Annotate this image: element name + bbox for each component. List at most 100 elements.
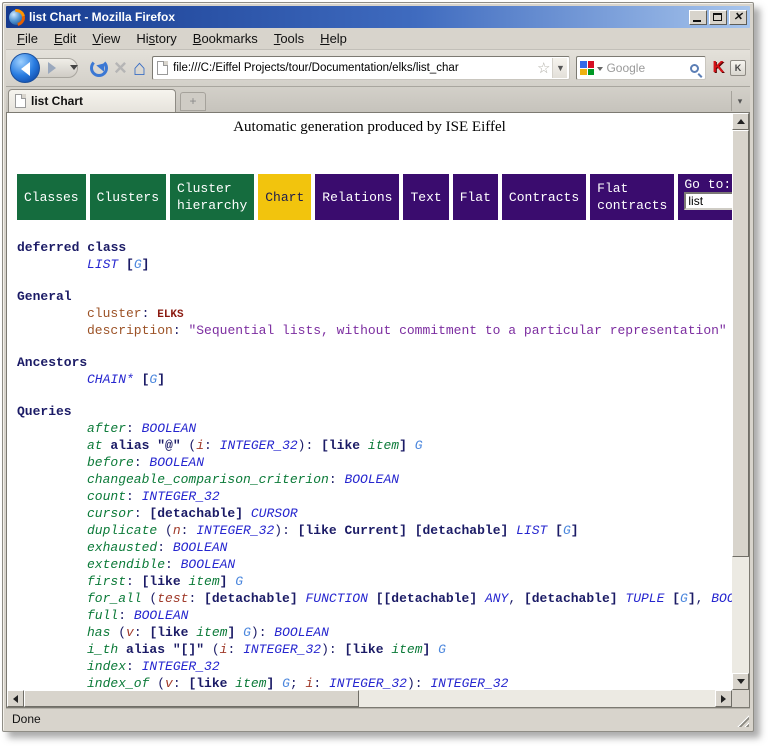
- code-token: G: [430, 642, 446, 657]
- code-token: :: [329, 472, 345, 487]
- list-all-tabs-button[interactable]: ▾: [731, 91, 748, 111]
- code-token: INTEGER_32: [430, 676, 508, 690]
- menu-view[interactable]: View: [85, 29, 127, 48]
- back-forward-group: [10, 52, 84, 84]
- resize-grip-icon[interactable]: [736, 714, 749, 727]
- code-token: i_th: [87, 642, 118, 657]
- code-token: ELKS: [157, 309, 183, 321]
- nav-button-chart[interactable]: Chart: [258, 174, 311, 220]
- maximize-button[interactable]: [709, 10, 727, 25]
- scroll-right-button[interactable]: [715, 690, 732, 707]
- code-token: extendible: [87, 557, 165, 572]
- nav-button-relations[interactable]: Relations: [315, 174, 399, 220]
- reload-button[interactable]: [90, 59, 108, 77]
- new-tab-button[interactable]: +: [180, 92, 206, 111]
- menu-edit[interactable]: Edit: [47, 29, 83, 48]
- search-input[interactable]: Google: [606, 61, 690, 75]
- page-icon: [157, 61, 168, 75]
- scroll-left-button[interactable]: [7, 690, 24, 707]
- scroll-up-icon: [737, 115, 745, 124]
- code-token: :: [134, 506, 150, 521]
- horizontal-scroll-thumb[interactable]: [24, 690, 359, 707]
- url-text[interactable]: file:///C:/Eiffel Projects/tour/Document…: [173, 62, 535, 74]
- nav-button-flat-contracts[interactable]: Flatcontracts: [590, 174, 674, 220]
- code-token: [: [134, 372, 150, 387]
- code-token: index_of: [87, 676, 149, 690]
- code-token: first: [87, 574, 126, 589]
- code-line: duplicate (n: INTEGER_32): [like Current…: [17, 522, 732, 539]
- code-token: INTEGER_32: [142, 489, 220, 504]
- code-line: deferred class: [17, 239, 732, 256]
- code-token: item: [188, 574, 219, 589]
- code-token: CHAIN*: [87, 372, 134, 387]
- code-token: before: [87, 455, 134, 470]
- bookmark-star-icon[interactable]: ☆: [537, 59, 550, 77]
- code-token: at: [87, 438, 103, 453]
- search-engine-dropdown-icon[interactable]: [597, 67, 603, 74]
- code-token: ANY: [485, 591, 508, 606]
- code-token: count: [87, 489, 126, 504]
- code-line: [17, 273, 732, 288]
- nav-button-clusters[interactable]: Clusters: [90, 174, 166, 220]
- code-line: [17, 339, 732, 354]
- code-token: BOO: [711, 591, 732, 606]
- virtual-keyboard-button[interactable]: K: [730, 60, 746, 76]
- urlbar-dropdown-button[interactable]: ▼: [552, 58, 567, 78]
- code-token: :: [118, 608, 134, 623]
- nav-button-flat[interactable]: Flat: [453, 174, 498, 220]
- code-token: ]: [688, 591, 696, 606]
- code-token: (: [149, 676, 165, 690]
- history-dropdown-icon[interactable]: [70, 65, 78, 74]
- kaspersky-icon[interactable]: K: [712, 59, 724, 77]
- code-token: BOOLEAN: [134, 608, 189, 623]
- back-arrow-icon: [21, 62, 30, 76]
- code-token: has: [87, 625, 110, 640]
- forward-button[interactable]: [48, 62, 56, 74]
- code-token: [: [547, 523, 563, 538]
- code-token: :: [134, 625, 150, 640]
- scroll-up-button[interactable]: [732, 113, 749, 130]
- code-line: changeable_comparison_criterion: BOOLEAN: [17, 471, 732, 488]
- menu-history[interactable]: History: [129, 29, 183, 48]
- location-bar[interactable]: file:///C:/Eiffel Projects/tour/Document…: [152, 56, 570, 80]
- code-token: ):: [321, 642, 344, 657]
- menu-help[interactable]: Help: [313, 29, 354, 48]
- code-token: :: [188, 591, 204, 606]
- code-line: LIST [G]: [17, 256, 732, 273]
- code-token: (: [142, 591, 158, 606]
- google-logo-icon[interactable]: [580, 61, 594, 75]
- search-magnifier-icon[interactable]: [690, 64, 699, 73]
- code-token: G: [274, 676, 290, 690]
- menu-bookmarks[interactable]: Bookmarks: [186, 29, 265, 48]
- search-bar[interactable]: Google: [576, 56, 706, 80]
- horizontal-scrollbar[interactable]: [7, 690, 732, 707]
- code-token: [: [118, 257, 134, 272]
- minimize-button[interactable]: [689, 10, 707, 25]
- menu-file[interactable]: File: [10, 29, 45, 48]
- vertical-scrollbar[interactable]: [732, 113, 749, 690]
- scroll-down-button[interactable]: [732, 673, 749, 690]
- code-token: BOOLEAN: [344, 472, 399, 487]
- home-button[interactable]: ⌂: [133, 57, 146, 79]
- goto-input[interactable]: [684, 192, 732, 210]
- code-token: G: [407, 438, 423, 453]
- tab-list-chart[interactable]: list Chart: [8, 89, 176, 112]
- nav-button-text[interactable]: Text: [403, 174, 448, 220]
- menu-tools[interactable]: Tools: [267, 29, 311, 48]
- close-button[interactable]: ✕: [729, 10, 747, 25]
- nav-button-cluster-hierarchy[interactable]: Clusterhierarchy: [170, 174, 254, 220]
- code-token: INTEGER_32: [196, 523, 274, 538]
- code-token: G: [680, 591, 688, 606]
- code-token: (: [204, 642, 220, 657]
- stop-button[interactable]: ×: [114, 58, 127, 78]
- code-token: CURSOR: [251, 506, 298, 521]
- code-token: alias "[]": [118, 642, 204, 657]
- nav-button-classes[interactable]: Classes: [17, 174, 86, 220]
- vertical-scroll-thumb[interactable]: [732, 130, 749, 557]
- tab-bar: list Chart + ▾: [6, 87, 750, 112]
- code-token: for_all: [87, 591, 142, 606]
- code-token: LIST: [516, 523, 547, 538]
- back-button[interactable]: [10, 53, 40, 83]
- code-token: deferred class: [17, 240, 126, 255]
- nav-button-contracts[interactable]: Contracts: [502, 174, 586, 220]
